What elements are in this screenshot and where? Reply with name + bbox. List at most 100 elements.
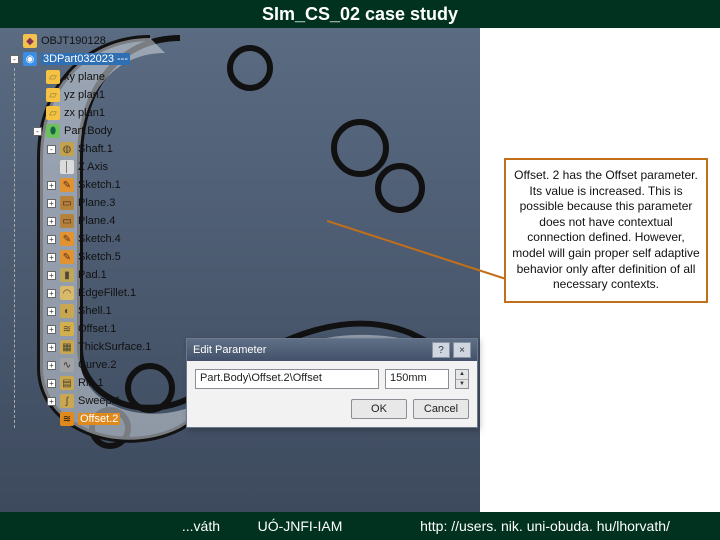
edge-icon: ◠ <box>60 286 74 300</box>
tree-item-label: zx plan1 <box>64 107 105 119</box>
cad-viewport[interactable]: ◆ OBJT190128 - ◉ 3DPart032023 --- ▱ xy pl… <box>0 28 480 512</box>
tree-item-label: yz plan1 <box>64 89 105 101</box>
expand-icon[interactable]: + <box>47 217 56 226</box>
slide-title: SIm_CS_02 case study <box>0 0 720 28</box>
tree-item[interactable]: + ▮ Pad.1 <box>19 266 178 284</box>
param-value-field[interactable]: 150mm <box>385 369 449 389</box>
footer-url: http: //users. nik. uni-obuda. hu/lhorva… <box>370 518 720 534</box>
expand-icon[interactable]: - <box>33 127 42 136</box>
shaft-icon: ◍ <box>60 142 74 156</box>
tree-root-part-label: 3DPart032023 --- <box>41 53 130 65</box>
cancel-button[interactable]: Cancel <box>413 399 469 419</box>
tree-item[interactable]: + ▤ Rib.1 <box>19 374 178 392</box>
plane-icon: ▱ <box>46 70 60 84</box>
tree-children: ▱xy plane▱yz plan1▱zx plan1-⬮Part.Body-◍… <box>14 68 178 428</box>
spin-down-icon[interactable]: ▼ <box>456 380 468 389</box>
rib-icon: ▤ <box>60 376 74 390</box>
object-icon: ◆ <box>23 34 37 48</box>
feature-tree[interactable]: ◆ OBJT190128 - ◉ 3DPart032023 --- ▱ xy pl… <box>10 32 178 428</box>
tree-item[interactable]: + ✎ Sketch.1 <box>19 176 178 194</box>
tree-item[interactable]: + ✎ Sketch.4 <box>19 230 178 248</box>
tree-item-label: Shell.1 <box>78 305 112 317</box>
axis-icon: │ <box>60 160 74 174</box>
expand-icon[interactable]: + <box>47 343 56 352</box>
pln-icon: ▭ <box>60 196 74 210</box>
tree-item[interactable]: ≋ Offset.2 <box>19 410 178 428</box>
spin-up-icon[interactable]: ▲ <box>456 370 468 380</box>
explanation-note: Offset. 2 has the Offset parameter. Its … <box>504 158 708 303</box>
off-icon: ≋ <box>60 322 74 336</box>
slide-footer: ...váth UÓ-JNFI-IAM http: //users. nik. … <box>0 512 720 540</box>
tree-item-label: ThickSurface.1 <box>78 341 151 353</box>
shell-icon: ◐ <box>60 304 74 318</box>
tree-item[interactable]: + ◐ Shell.1 <box>19 302 178 320</box>
expand-icon[interactable]: + <box>47 235 56 244</box>
tree-item[interactable]: -◍ Shaft.1 <box>19 140 178 158</box>
thk-icon: ▦ <box>60 340 74 354</box>
tree-item-label: xy plane <box>64 71 105 83</box>
sel-icon: ≋ <box>60 412 74 426</box>
dialog-titlebar[interactable]: Edit Parameter ? × <box>187 339 477 361</box>
expand-icon[interactable]: + <box>47 199 56 208</box>
tree-item[interactable]: +▭Plane.4 <box>19 212 178 230</box>
tree-item-label: Pad.1 <box>78 269 107 281</box>
tree-item[interactable]: ▱ zx plan1 <box>19 104 178 122</box>
param-path-field[interactable]: Part.Body\Offset.2\Offset <box>195 369 379 389</box>
sk-icon: ✎ <box>60 178 74 192</box>
value-spinner[interactable]: ▲▼ <box>455 369 469 389</box>
tree-root-object[interactable]: ◆ OBJT190128 <box>10 32 178 50</box>
plane-icon: ▱ <box>46 106 60 120</box>
expand-icon[interactable]: + <box>47 307 56 316</box>
tree-item-label: Z Axis <box>78 161 108 173</box>
content-area: ◆ OBJT190128 - ◉ 3DPart032023 --- ▱ xy pl… <box>0 28 720 512</box>
part-icon: ◉ <box>23 52 37 66</box>
dialog-title-text: Edit Parameter <box>193 344 266 356</box>
tree-item-label: Rib.1 <box>78 377 104 389</box>
tree-item-label: Shaft.1 <box>78 143 113 155</box>
footer-org: UÓ-JNFI-IAM <box>230 518 370 534</box>
tree-item[interactable]: + ▭ Plane.3 <box>19 194 178 212</box>
tree-item[interactable]: +✎Sketch.5 <box>19 248 178 266</box>
tree-item-label: Offset.2 <box>78 413 120 425</box>
footer-author: ...váth <box>0 518 230 534</box>
expand-icon[interactable]: + <box>47 271 56 280</box>
tree-item-label: Curve.2 <box>78 359 117 371</box>
tree-item[interactable]: + ≋ Offset.1 <box>19 320 178 338</box>
tree-item-label: Sketch.4 <box>78 233 121 245</box>
tree-root-part[interactable]: - ◉ 3DPart032023 --- <box>10 50 178 68</box>
tree-item-label: Sweep.1 <box>78 395 121 407</box>
collapse-icon[interactable]: - <box>10 55 19 64</box>
expand-icon[interactable]: + <box>47 397 56 406</box>
tree-item-label: Sketch.5 <box>78 251 121 263</box>
tree-item[interactable]: + ∫ Sweep.1 <box>19 392 178 410</box>
tree-item[interactable]: + ◠ EdgeFillet.1 <box>19 284 178 302</box>
pad-icon: ▮ <box>60 268 74 282</box>
cur-icon: ∿ <box>60 358 74 372</box>
tree-item[interactable]: │ Z Axis <box>19 158 178 176</box>
sk-icon: ✎ <box>60 232 74 246</box>
help-button[interactable]: ? <box>432 342 450 358</box>
swp-icon: ∫ <box>60 394 74 408</box>
expand-icon[interactable]: + <box>47 181 56 190</box>
tree-item[interactable]: ▱ yz plan1 <box>19 86 178 104</box>
expand-icon[interactable]: - <box>47 145 56 154</box>
plane-icon: ▱ <box>46 88 60 102</box>
tree-root-label: OBJT190128 <box>41 35 106 47</box>
tree-item-label: Plane.3 <box>78 197 115 209</box>
tree-item[interactable]: -⬮Part.Body <box>19 122 178 140</box>
ok-button[interactable]: OK <box>351 399 407 419</box>
body-icon: ⬮ <box>46 124 60 138</box>
tree-item[interactable]: ▱ xy plane <box>19 68 178 86</box>
expand-icon[interactable]: + <box>47 325 56 334</box>
tree-item-label: EdgeFillet.1 <box>78 287 136 299</box>
close-button[interactable]: × <box>453 342 471 358</box>
tree-item[interactable]: + ▦ ThickSurface.1 <box>19 338 178 356</box>
edit-parameter-dialog: Edit Parameter ? × Part.Body\Offset.2\Of… <box>186 338 478 428</box>
tree-item[interactable]: + ∿ Curve.2 <box>19 356 178 374</box>
expand-icon[interactable]: + <box>47 253 56 262</box>
tree-item-label: Offset.1 <box>78 323 116 335</box>
expand-icon[interactable]: + <box>47 361 56 370</box>
expand-icon[interactable]: + <box>47 379 56 388</box>
expand-icon[interactable]: + <box>47 289 56 298</box>
tree-item-label: Sketch.1 <box>78 179 121 191</box>
